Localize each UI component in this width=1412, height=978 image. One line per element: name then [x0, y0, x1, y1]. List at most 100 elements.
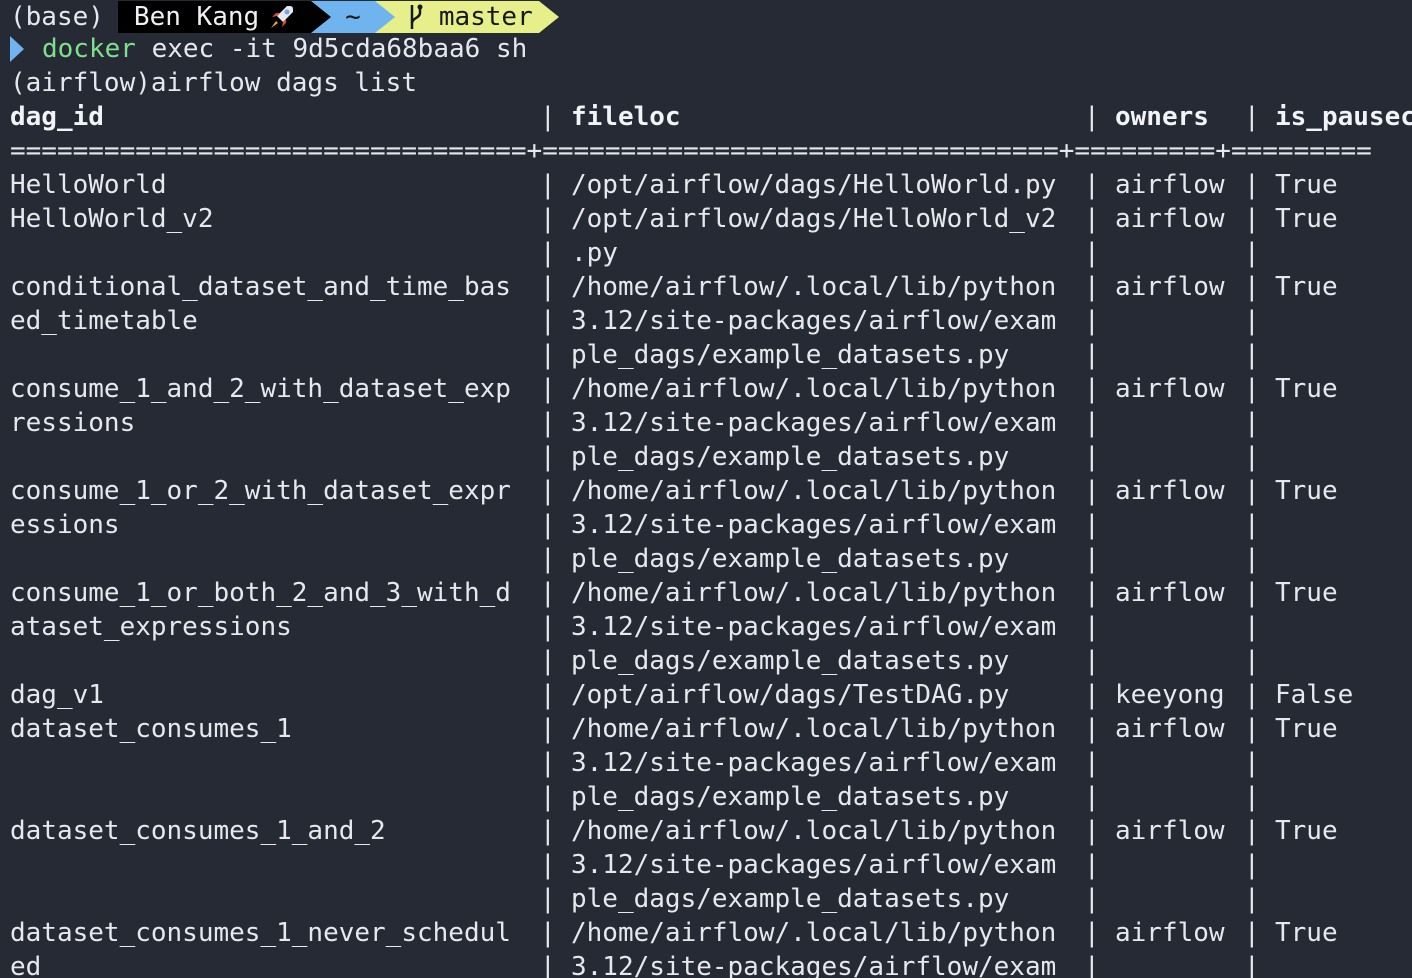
cell-fileloc: /home/airflow/.local/lib/python [571, 578, 1057, 608]
cell-dag-id: dataset_consumes_1_never_schedul [10, 918, 511, 948]
cell-fileloc: ple_dags/example_datasets.py [571, 544, 1010, 574]
cell-dag-id: consume_1_or_2_with_dataset_expr [10, 476, 511, 506]
column-divider: | [1244, 204, 1260, 234]
column-divider: | [540, 476, 556, 506]
header-is-paused: is_pausec [1275, 102, 1412, 132]
cell-is-paused: True [1275, 374, 1338, 404]
column-divider: | [1244, 578, 1260, 608]
cell-owners: airflow [1115, 476, 1225, 506]
cell-is-paused: True [1275, 476, 1338, 506]
prompt-chevron-icon [10, 36, 24, 62]
cell-fileloc: /home/airflow/.local/lib/python [571, 374, 1057, 404]
cell-owners: airflow [1115, 578, 1225, 608]
cell-fileloc: ple_dags/example_datasets.py [571, 646, 1010, 676]
column-divider: | [1084, 510, 1100, 540]
column-divider: | [1084, 918, 1100, 948]
column-divider: | [1244, 782, 1260, 812]
cell-is-paused: True [1275, 918, 1338, 948]
cell-fileloc: /home/airflow/.local/lib/python [571, 476, 1057, 506]
git-branch-icon [410, 4, 423, 29]
cell-fileloc: /home/airflow/.local/lib/python [571, 714, 1057, 744]
cell-fileloc: 3.12/site-packages/airflow/exam [571, 612, 1057, 642]
segment-separator [538, 1, 559, 33]
column-divider: | [540, 442, 556, 472]
column-divider: | [1084, 238, 1100, 268]
subshell-command-line: (airflow)airflow dags list [10, 68, 417, 98]
column-divider: | [540, 816, 556, 846]
cell-dag-id: dataset_consumes_1_and_2 [10, 816, 386, 846]
cell-dag-id: ataset_expressions [10, 612, 292, 642]
table-separator: =================================+======… [10, 136, 1372, 166]
column-divider: | [540, 544, 556, 574]
cell-fileloc: ple_dags/example_datasets.py [571, 340, 1010, 370]
column-divider: | [1244, 170, 1260, 200]
command-args: exec -it 9d5cda68baa6 sh [135, 34, 528, 64]
cell-dag-id: essions [10, 510, 120, 540]
column-divider: | [1084, 850, 1100, 880]
cell-fileloc: ple_dags/example_datasets.py [571, 884, 1010, 914]
prompt-branch: master [438, 2, 533, 32]
column-divider: | [1244, 952, 1260, 978]
column-divider: | [1244, 544, 1260, 574]
cell-owners: airflow [1115, 170, 1225, 200]
cell-fileloc: 3.12/site-packages/airflow/exam [571, 510, 1057, 540]
cell-dag-id: ressions [10, 408, 136, 438]
column-divider: | [540, 612, 556, 642]
column-divider: | [540, 510, 556, 540]
column-divider: | [1244, 748, 1260, 778]
column-divider: | [540, 340, 556, 370]
column-divider: | [1244, 918, 1260, 948]
cell-dag-id: consume_1_and_2_with_dataset_exp [10, 374, 511, 404]
header-owners: owners [1115, 102, 1209, 132]
column-divider: | [540, 748, 556, 778]
column-divider: | [1244, 646, 1260, 676]
column-divider: | [540, 680, 556, 710]
column-divider: | [1084, 952, 1100, 978]
cell-fileloc: 3.12/site-packages/airflow/exam [571, 952, 1057, 978]
conda-env: (base) [10, 2, 104, 32]
cell-is-paused: True [1275, 578, 1338, 608]
column-divider: | [540, 272, 556, 302]
cell-is-paused: True [1275, 714, 1338, 744]
cell-dag-id: HelloWorld [10, 170, 167, 200]
rocket-icon [271, 6, 294, 28]
prompt-git-segment: master [374, 1, 559, 33]
cell-fileloc: /opt/airflow/dags/TestDAG.py [571, 680, 1010, 710]
column-divider: | [1084, 204, 1100, 234]
cell-owners: airflow [1115, 918, 1225, 948]
prompt-line: (base) Ben Kang ~ master [10, 0, 559, 34]
column-divider: | [1244, 374, 1260, 404]
cell-fileloc: /home/airflow/.local/lib/python [571, 816, 1057, 846]
cell-is-paused: True [1275, 816, 1338, 846]
cell-fileloc: 3.12/site-packages/airflow/exam [571, 850, 1057, 880]
command-name: docker [42, 34, 136, 64]
column-divider: | [1244, 238, 1260, 268]
cell-fileloc: ple_dags/example_datasets.py [571, 782, 1010, 812]
prompt-dir: ~ [345, 2, 361, 32]
column-divider: | [1084, 442, 1100, 472]
cell-owners: airflow [1115, 204, 1225, 234]
header-dag-id: dag_id [10, 102, 104, 132]
cell-dag-id: HelloWorld_v2 [10, 204, 214, 234]
cell-dag-id: ed_timetable [10, 306, 198, 336]
column-divider: | [540, 238, 556, 268]
column-divider: | [1244, 884, 1260, 914]
column-divider: | [540, 884, 556, 914]
cell-is-paused: True [1275, 170, 1338, 200]
cell-fileloc: 3.12/site-packages/airflow/exam [571, 408, 1057, 438]
cell-fileloc: /opt/airflow/dags/HelloWorld.py [571, 170, 1057, 200]
terminal-window[interactable]: (base) Ben Kang ~ master docker exec -it… [0, 0, 1412, 978]
column-divider: | [1244, 612, 1260, 642]
cell-fileloc: 3.12/site-packages/airflow/exam [571, 306, 1057, 336]
cell-dag-id: dataset_consumes_1 [10, 714, 292, 744]
column-divider: | [1084, 680, 1100, 710]
cell-fileloc: .py [571, 238, 618, 268]
column-divider: | [540, 850, 556, 880]
cell-is-paused: True [1275, 272, 1338, 302]
cell-fileloc: /opt/airflow/dags/HelloWorld_v2 [571, 204, 1057, 234]
column-divider: | [1084, 476, 1100, 506]
cell-owners: airflow [1115, 374, 1225, 404]
column-divider: | [1244, 850, 1260, 880]
column-divider: | [1084, 306, 1100, 336]
column-divider: | [540, 306, 556, 336]
